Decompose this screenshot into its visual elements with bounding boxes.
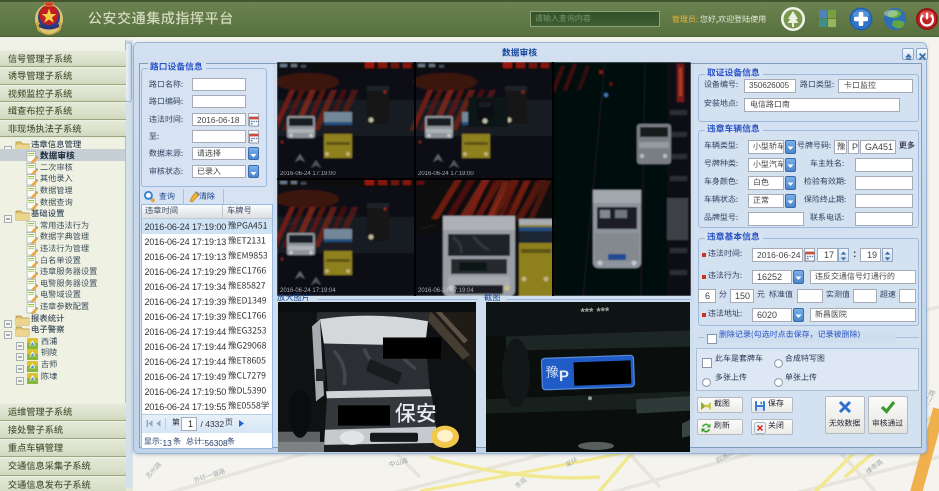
svg-text:*** ***: *** *** [580, 306, 610, 319]
svg-text:2016-06-24 17:19:04: 2016-06-24 17:19:04 [418, 288, 474, 294]
svg-text:2016-06-24 17:19:00: 2016-06-24 17:19:00 [418, 171, 474, 177]
svg-text:2016-06-24 17:19:00: 2016-06-24 17:19:00 [280, 171, 336, 177]
svg-text:P: P [559, 368, 570, 385]
